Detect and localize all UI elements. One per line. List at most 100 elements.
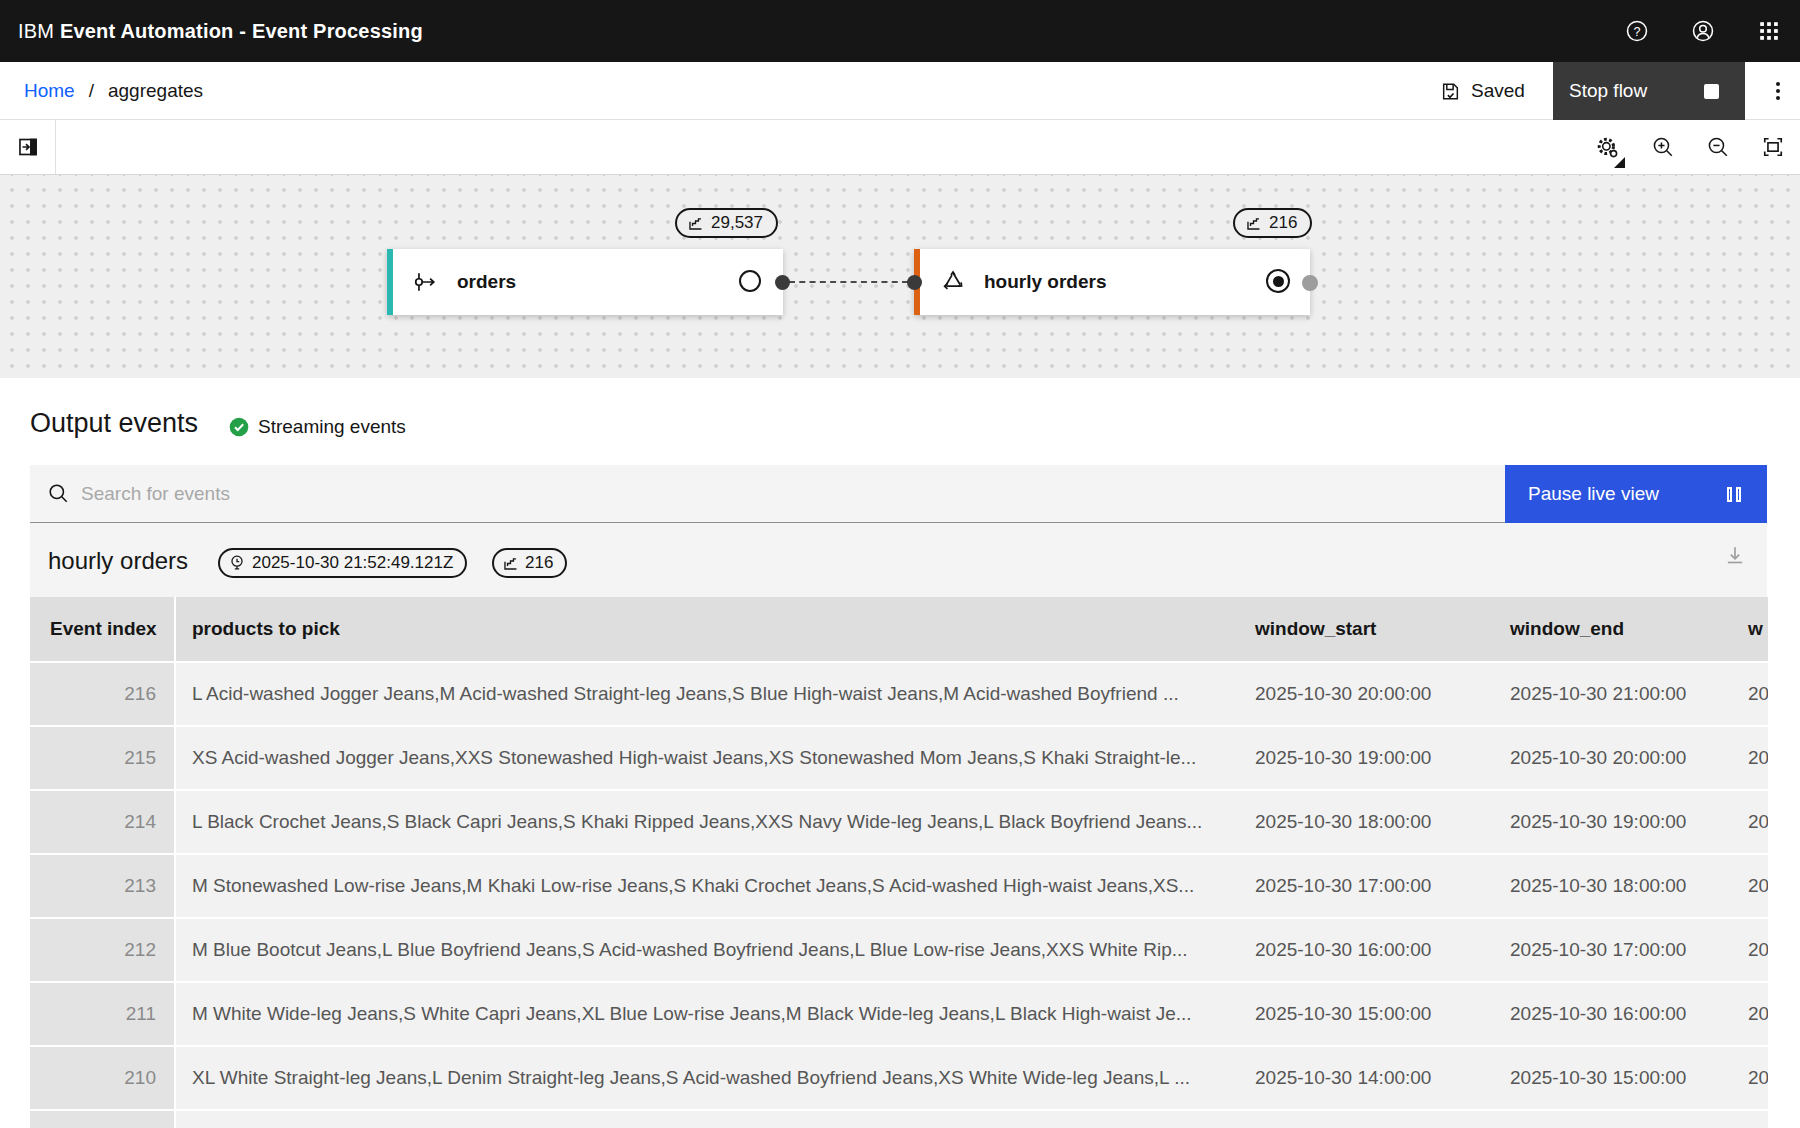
table-row[interactable]: 215XS Acid-washed Jogger Jeans,XXS Stone… bbox=[30, 727, 1768, 789]
cell-c3: 2025-10-30 17:00:00 bbox=[1239, 855, 1494, 917]
chart-icon bbox=[502, 555, 519, 572]
canvas-toolbar bbox=[0, 120, 1800, 175]
breadcrumb: Home / aggregates bbox=[24, 62, 203, 120]
cell-c3: 2025-10-30 20:00:00 bbox=[1239, 663, 1494, 725]
hourly-orders-output-port[interactable] bbox=[1266, 269, 1290, 293]
cell-c4: 2025-10-30 18:00:00 bbox=[1494, 855, 1732, 917]
search-icon bbox=[48, 483, 69, 504]
table-row[interactable]: 210XL White Straight-leg Jeans,L Denim S… bbox=[30, 1047, 1768, 1109]
cell-c1 bbox=[30, 1111, 176, 1128]
column-header-window-start[interactable]: window_start bbox=[1239, 597, 1494, 661]
table-row[interactable]: 212M Blue Bootcut Jeans,L Blue Boyfriend… bbox=[30, 919, 1768, 981]
search-input[interactable]: Search for events bbox=[30, 465, 1505, 523]
cell-c2: L Black Crochet Jeans,S Black Capri Jean… bbox=[176, 791, 1239, 853]
breadcrumb-home-link[interactable]: Home bbox=[24, 80, 75, 102]
hourly-orders-event-count-badge: 216 bbox=[1233, 208, 1312, 238]
cell-c4: 2025-10-30 20:00:00 bbox=[1494, 727, 1732, 789]
canvas-settings-button[interactable] bbox=[1580, 120, 1635, 174]
overflow-menu-button[interactable] bbox=[1756, 62, 1800, 120]
chart-icon bbox=[1245, 215, 1262, 232]
connection-dot-source bbox=[775, 275, 790, 290]
zoom-in-button[interactable] bbox=[1635, 120, 1690, 174]
app-switcher-icon[interactable] bbox=[1750, 12, 1788, 50]
pause-icon bbox=[1727, 487, 1741, 502]
download-icon[interactable] bbox=[1724, 544, 1746, 566]
result-title: hourly orders bbox=[48, 547, 188, 575]
cell-c5: 20 bbox=[1732, 855, 1768, 917]
cell-c1: 212 bbox=[30, 919, 176, 981]
event-source-icon bbox=[413, 269, 439, 295]
fit-to-screen-button[interactable] bbox=[1745, 120, 1800, 174]
table-row[interactable]: 213M Stonewashed Low-rise Jeans,M Khaki … bbox=[30, 855, 1768, 917]
table-row[interactable]: 214L Black Crochet Jeans,S Black Capri J… bbox=[30, 791, 1768, 853]
time-icon bbox=[228, 554, 246, 572]
column-header-event-index[interactable]: Event index bbox=[30, 597, 176, 661]
column-header-window-end[interactable]: window_end bbox=[1494, 597, 1732, 661]
user-avatar-icon[interactable] bbox=[1684, 12, 1722, 50]
cell-c5 bbox=[1732, 1111, 1768, 1128]
cell-c4: 2025-10-30 17:00:00 bbox=[1494, 919, 1732, 981]
node-label: hourly orders bbox=[984, 271, 1106, 293]
output-connection-dot bbox=[1302, 275, 1318, 291]
node-label: orders bbox=[457, 271, 516, 293]
check-circle-icon bbox=[229, 417, 249, 437]
cell-c4 bbox=[1494, 1111, 1732, 1128]
output-events-table: Event index products to pick window_star… bbox=[30, 597, 1768, 1128]
fit-to-screen-icon bbox=[1762, 136, 1784, 158]
result-header: hourly orders 2025-10-30 21:52:49.121Z 2… bbox=[30, 523, 1767, 597]
cell-c5: 20 bbox=[1732, 727, 1768, 789]
cell-c3: 2025-10-30 14:00:00 bbox=[1239, 1047, 1494, 1109]
node-orders[interactable]: orders bbox=[387, 249, 783, 315]
stop-flow-button[interactable]: Stop flow bbox=[1553, 62, 1745, 120]
node-hourly-orders[interactable]: hourly orders bbox=[914, 249, 1310, 315]
cell-c1: 213 bbox=[30, 855, 176, 917]
kebab-icon bbox=[1776, 89, 1780, 93]
open-panel-button[interactable] bbox=[0, 120, 56, 174]
cell-c5: 20 bbox=[1732, 663, 1768, 725]
zoom-in-icon bbox=[1652, 136, 1674, 158]
connection-dot-target bbox=[907, 275, 922, 290]
table-row[interactable]: 216L Acid-washed Jogger Jeans,M Acid-was… bbox=[30, 663, 1768, 725]
cell-c1: 210 bbox=[30, 1047, 176, 1109]
cell-c4: 2025-10-30 15:00:00 bbox=[1494, 1047, 1732, 1109]
orders-output-port[interactable] bbox=[739, 270, 761, 292]
app-title: IBM Event Automation - Event Processing bbox=[18, 20, 423, 43]
column-header-products-to-pick[interactable]: products to pick bbox=[176, 597, 1239, 661]
cell-c4: 2025-10-30 19:00:00 bbox=[1494, 791, 1732, 853]
table-row[interactable] bbox=[30, 1111, 1768, 1128]
search-placeholder: Search for events bbox=[81, 483, 230, 505]
cell-c2: XL White Straight-leg Jeans,L Denim Stra… bbox=[176, 1047, 1239, 1109]
cell-c1: 216 bbox=[30, 663, 176, 725]
stop-icon bbox=[1704, 84, 1719, 99]
aggregate-icon bbox=[940, 269, 966, 295]
cell-c2: XS Acid-washed Jogger Jeans,XXS Stonewas… bbox=[176, 727, 1239, 789]
column-header-clipped[interactable]: w bbox=[1732, 597, 1768, 661]
cell-c4: 2025-10-30 21:00:00 bbox=[1494, 663, 1732, 725]
cell-c2 bbox=[176, 1111, 1239, 1128]
timestamp-chip: 2025-10-30 21:52:49.121Z bbox=[218, 548, 467, 578]
table-header-row: Event index products to pick window_star… bbox=[30, 597, 1768, 661]
cell-c1: 211 bbox=[30, 983, 176, 1045]
chart-icon bbox=[687, 215, 704, 232]
cell-c1: 214 bbox=[30, 791, 176, 853]
cell-c3 bbox=[1239, 1111, 1494, 1128]
zoom-out-button[interactable] bbox=[1690, 120, 1745, 174]
cell-c3: 2025-10-30 16:00:00 bbox=[1239, 919, 1494, 981]
breadcrumb-bar: Home / aggregates Saved Stop flow bbox=[0, 62, 1800, 120]
cell-c4: 2025-10-30 16:00:00 bbox=[1494, 983, 1732, 1045]
cell-c1: 215 bbox=[30, 727, 176, 789]
settings-caret bbox=[1614, 157, 1625, 168]
cell-c5: 20 bbox=[1732, 983, 1768, 1045]
breadcrumb-current: aggregates bbox=[108, 80, 203, 102]
save-icon bbox=[1440, 81, 1461, 102]
help-icon[interactable]: ? bbox=[1618, 12, 1656, 50]
svg-text:?: ? bbox=[1633, 25, 1640, 39]
table-row[interactable]: 211M White Wide-leg Jeans,S White Capri … bbox=[30, 983, 1768, 1045]
output-events-title: Output events bbox=[30, 408, 198, 439]
saved-status: Saved bbox=[1440, 62, 1525, 120]
flow-canvas[interactable]: 29,537 216 orders bbox=[0, 175, 1800, 378]
pause-live-view-button[interactable]: Pause live view bbox=[1505, 465, 1767, 523]
orders-event-count-badge: 29,537 bbox=[675, 208, 778, 238]
cell-c2: L Acid-washed Jogger Jeans,M Acid-washed… bbox=[176, 663, 1239, 725]
cell-c2: M Stonewashed Low-rise Jeans,M Khaki Low… bbox=[176, 855, 1239, 917]
